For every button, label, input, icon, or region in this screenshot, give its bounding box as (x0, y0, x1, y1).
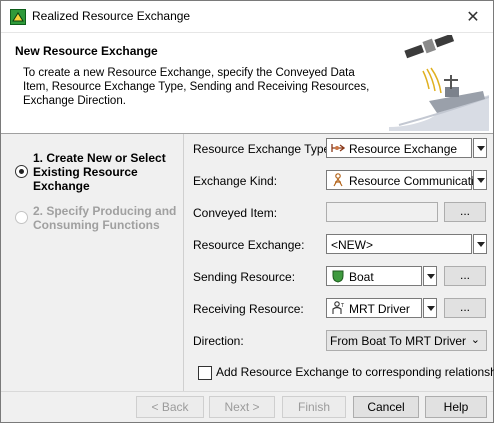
step-1-radio[interactable] (15, 165, 28, 178)
page-title: New Resource Exchange (15, 44, 158, 58)
footer-divider (1, 391, 493, 392)
resource-exchange-icon (331, 141, 346, 155)
resource-exchange-type-dropdown[interactable] (473, 138, 487, 158)
exchange-kind-label: Exchange Kind: (193, 174, 278, 188)
conveyed-item-field[interactable] (326, 202, 438, 222)
resource-exchange-type-label: Resource Exchange Type: (193, 142, 334, 156)
receiving-resource-label: Receiving Resource: (193, 302, 304, 316)
resource-exchange-combo[interactable]: <NEW> (326, 234, 472, 254)
dialog-window: Realized Resource Exchange ✕ New Resourc… (0, 0, 494, 423)
add-to-relationships-label: Add Resource Exchange to corresponding r… (216, 365, 494, 379)
direction-select[interactable]: From Boat To MRT Driver ⌄ (326, 330, 487, 351)
person-icon: T (331, 301, 345, 315)
exchange-kind-value: Resource Communication (349, 174, 488, 188)
conveyed-item-label: Conveyed Item: (193, 206, 278, 220)
receiving-resource-dropdown[interactable] (423, 298, 437, 318)
satellite-ship-icon (389, 33, 490, 134)
sending-resource-combo[interactable]: Boat (326, 266, 422, 286)
next-button[interactable]: Next > (209, 396, 275, 418)
add-to-relationships-checkbox[interactable] (198, 366, 212, 380)
exchange-kind-combo[interactable]: Resource Communication (326, 170, 487, 190)
cancel-button[interactable]: Cancel (353, 396, 419, 418)
sending-resource-dropdown[interactable] (423, 266, 437, 286)
receiving-resource-value: MRT Driver (349, 302, 410, 316)
boat-icon (331, 269, 345, 283)
window-title: Realized Resource Exchange (32, 9, 191, 23)
close-button[interactable]: ✕ (463, 7, 483, 27)
receiving-resource-browse-button[interactable]: ... (444, 298, 486, 318)
exchange-kind-dropdown[interactable] (473, 170, 487, 190)
receiving-resource-combo[interactable]: T MRT Driver (326, 298, 422, 318)
step-1-label: 1. Create New or Select Existing Resourc… (33, 151, 166, 193)
sending-resource-browse-button[interactable]: ... (444, 266, 486, 286)
resource-exchange-dropdown[interactable] (473, 234, 487, 254)
sending-resource-label: Sending Resource: (193, 270, 296, 284)
step-2-label: 2. Specify Producing and Consuming Funct… (33, 204, 177, 232)
resource-communication-icon (331, 173, 345, 187)
app-icon (10, 9, 26, 25)
resource-exchange-value: <NEW> (331, 238, 374, 252)
conveyed-item-browse-button[interactable]: ... (444, 202, 486, 222)
back-button[interactable]: < Back (136, 396, 204, 418)
svg-text:T: T (340, 303, 345, 309)
step-2-radio (15, 211, 28, 224)
chevron-down-icon: ⌄ (470, 334, 480, 346)
resource-exchange-label: Resource Exchange: (193, 238, 305, 252)
resource-exchange-type-combo[interactable]: Resource Exchange (326, 138, 472, 158)
title-bar: Realized Resource Exchange ✕ (1, 1, 493, 33)
sending-resource-value: Boat (349, 270, 374, 284)
help-button[interactable]: Help (425, 396, 487, 418)
resource-exchange-type-value: Resource Exchange (349, 142, 458, 156)
direction-label: Direction: (193, 334, 244, 348)
finish-button[interactable]: Finish (282, 396, 346, 418)
wizard-header: New Resource Exchange To create a new Re… (1, 33, 493, 134)
page-description: To create a new Resource Exchange, speci… (23, 67, 370, 107)
form-panel: Resource Exchange Type: Resource Exchang… (184, 134, 493, 391)
direction-value: From Boat To MRT Driver (330, 334, 467, 348)
wizard-steps: 1. Create New or Select Existing Resourc… (1, 134, 184, 391)
